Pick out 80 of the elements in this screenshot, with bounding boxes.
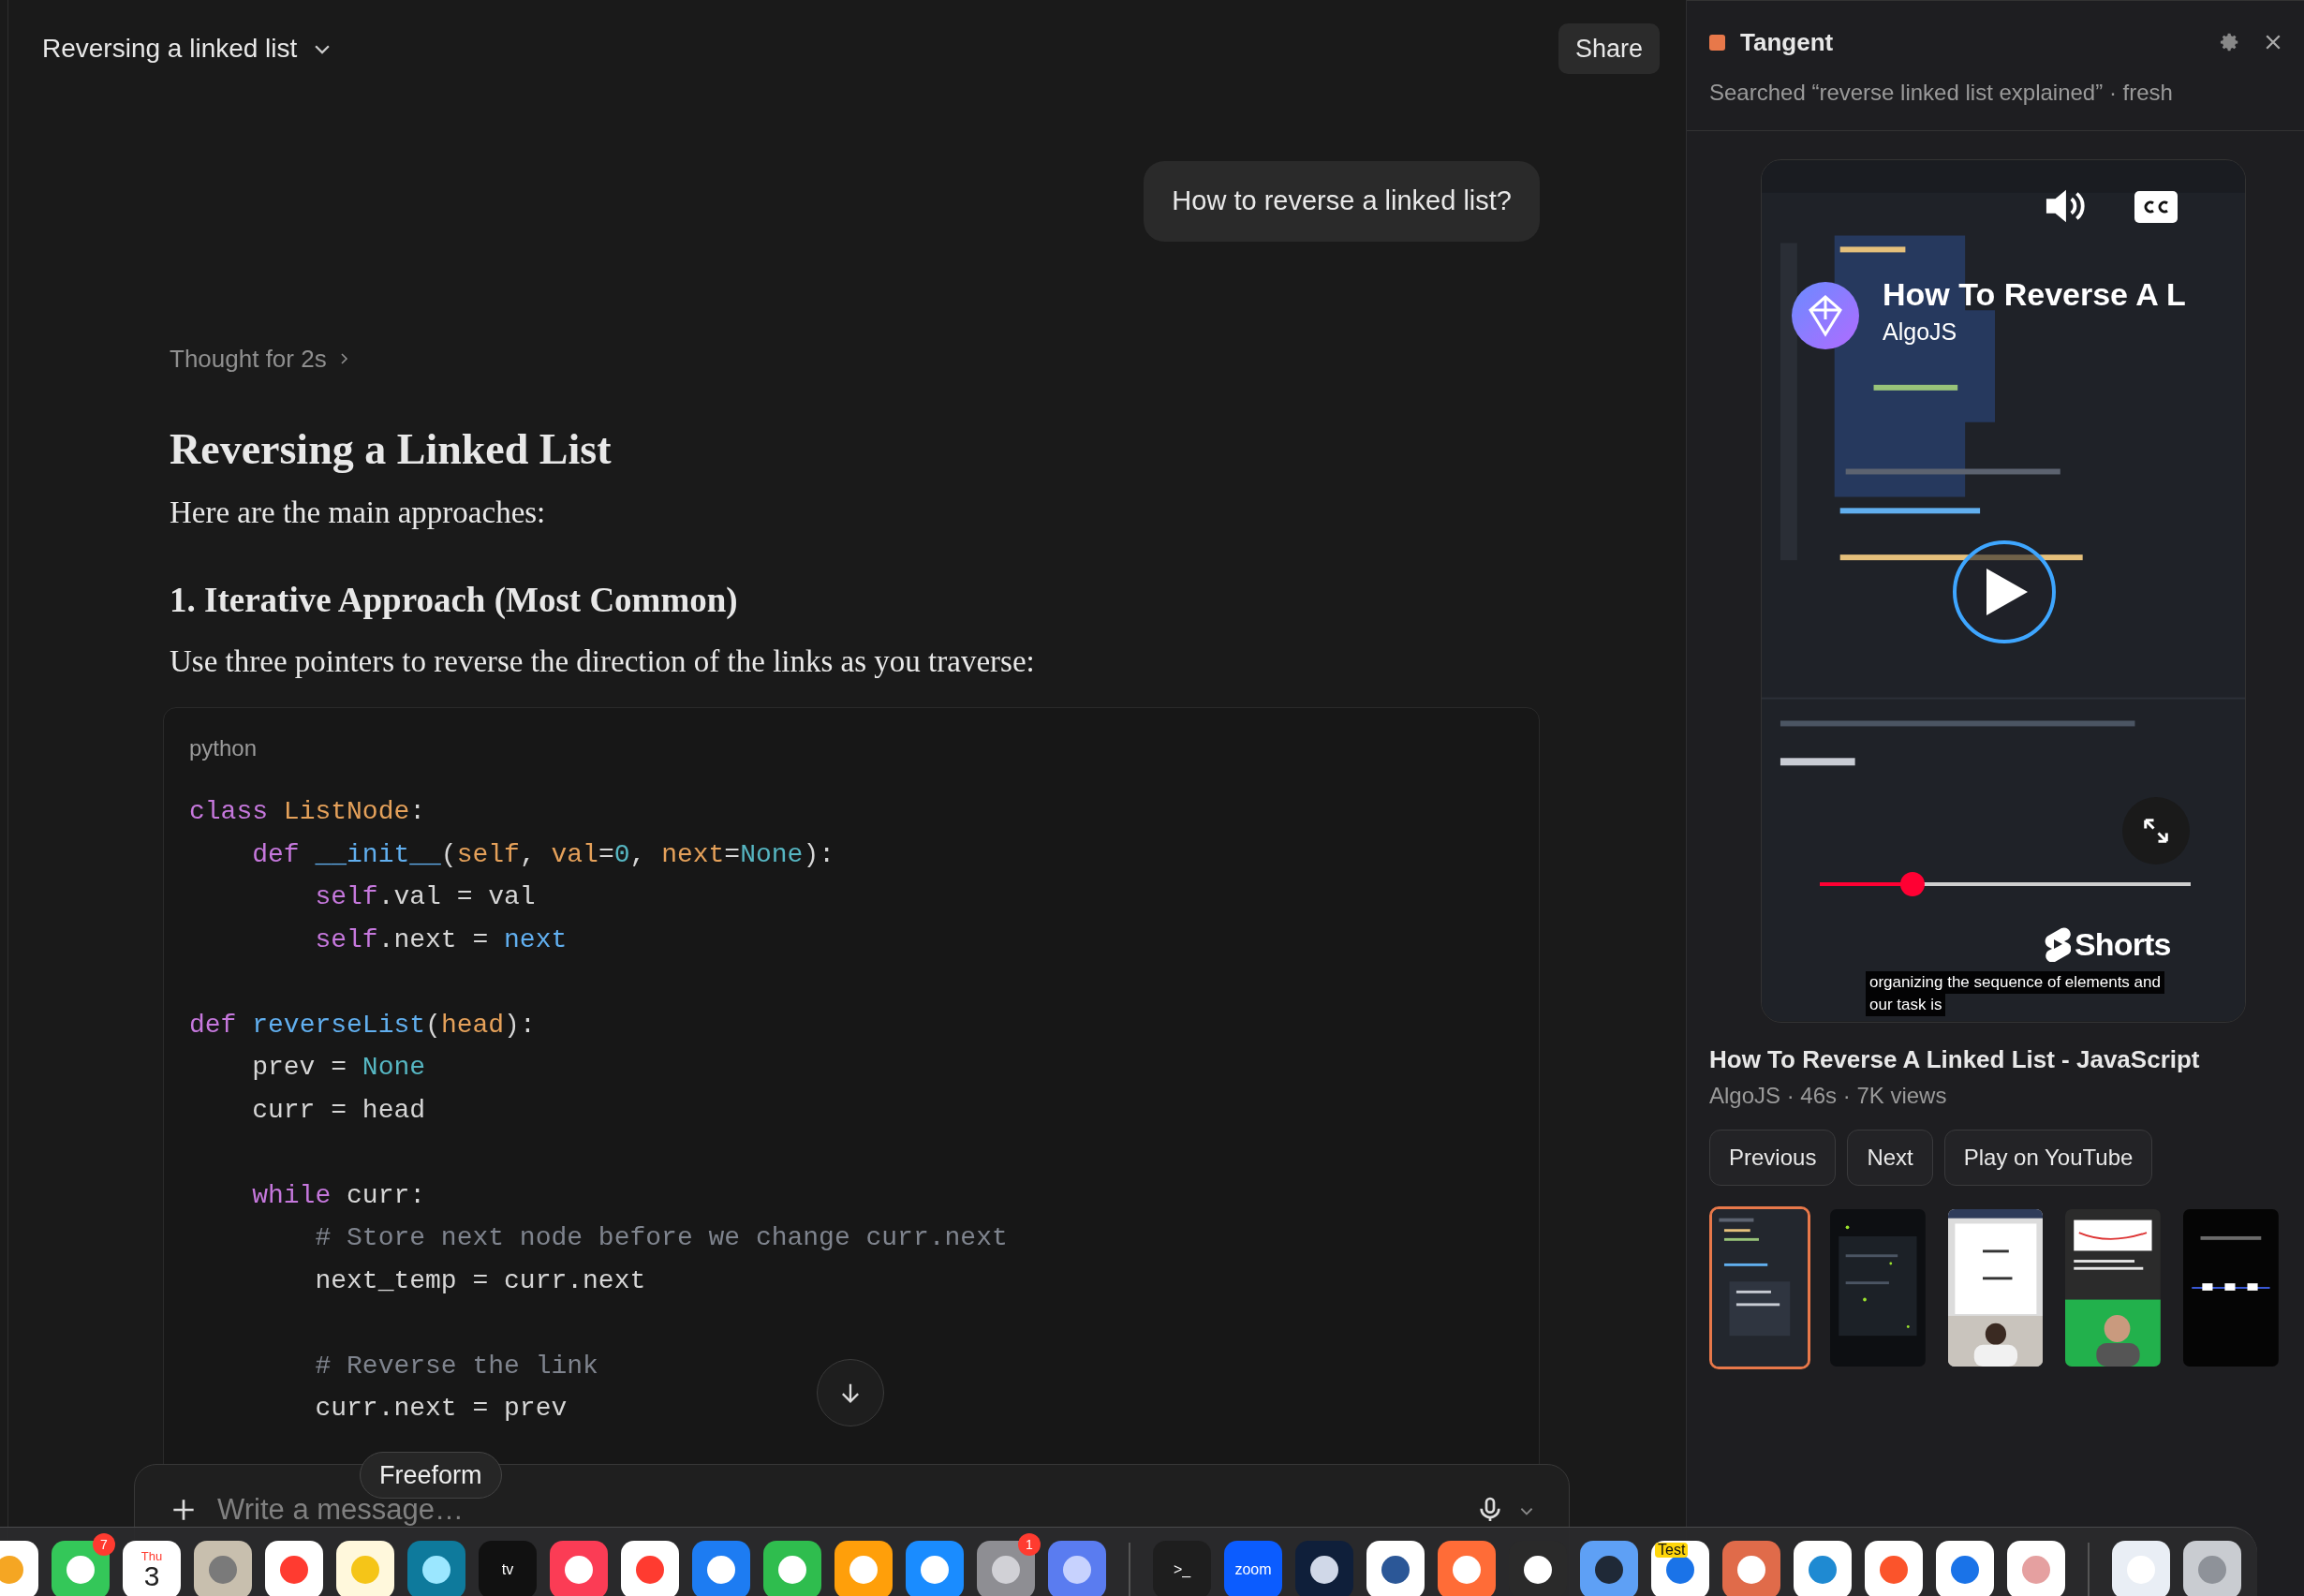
panel-title: Tangent — [1740, 26, 1834, 58]
video-meta: AlgoJS · 46s · 7K views — [1709, 1082, 1948, 1110]
browser-app-icon[interactable] — [1936, 1541, 1994, 1596]
calendar-app-icon[interactable]: Thu 3 — [123, 1541, 181, 1596]
notification-badge: 1 — [1018, 1533, 1041, 1556]
search-status: Searched “reverse linked list explained” · fresh — [1709, 79, 2174, 107]
thought-toggle[interactable]: Thought for 2s — [170, 340, 327, 377]
compass-app-icon[interactable] — [1295, 1541, 1353, 1596]
pages-app-icon[interactable] — [834, 1541, 893, 1596]
app-label: tv — [501, 1562, 514, 1577]
status-square-icon — [1709, 34, 1725, 51]
shorts-label: Shorts — [2075, 928, 2171, 960]
channel-name: AlgoJS — [1883, 318, 1957, 347]
share-button[interactable]: Share — [1558, 23, 1660, 74]
code-line: curr.next = prev — [314, 1393, 568, 1425]
code-line: prev = None — [251, 1052, 426, 1084]
code-language: python — [189, 734, 258, 762]
code-line: self.val = val — [314, 881, 536, 913]
shorts-logo-icon — [2043, 926, 2071, 962]
settings-icon[interactable] — [2220, 32, 2240, 52]
app-label: zoom — [1234, 1562, 1272, 1577]
reminders-app-icon[interactable] — [265, 1541, 323, 1596]
code-line: def reverseList(head): — [189, 1009, 536, 1042]
code-line: curr = head — [251, 1094, 426, 1127]
app-store-app-icon[interactable] — [906, 1541, 964, 1596]
settings-app-icon[interactable] — [977, 1541, 1035, 1596]
code-app-icon[interactable] — [1794, 1541, 1852, 1596]
captions-icon[interactable] — [2134, 191, 2178, 223]
code-line: # Store next node before we change curr.next — [314, 1222, 1008, 1254]
rocket-app-icon[interactable] — [1438, 1541, 1496, 1596]
zoom-app-icon[interactable]: zoom — [1224, 1541, 1282, 1596]
document-app-icon[interactable] — [2112, 1541, 2170, 1596]
video-call-app-icon[interactable] — [52, 1541, 110, 1596]
keynote-app-icon[interactable] — [692, 1541, 750, 1596]
news-app-icon[interactable] — [621, 1541, 679, 1596]
paper-app-icon[interactable] — [2007, 1541, 2065, 1596]
app-label: Test — [1655, 1543, 1689, 1558]
browser-app-icon[interactable]: Test — [1651, 1541, 1709, 1596]
code-line: next_temp = curr.next — [314, 1264, 646, 1297]
video-caption: our task is — [1866, 994, 1946, 1016]
calendar-date: 3 — [143, 1561, 160, 1590]
video-overlay-title: How To Reverse A L — [1883, 275, 2186, 314]
notification-badge: 7 — [93, 1533, 115, 1556]
answer-heading: Reversing a Linked List — [169, 424, 613, 475]
code-line: self.next = next — [314, 924, 568, 956]
phone-app-icon[interactable] — [1048, 1541, 1106, 1596]
music-app-icon[interactable] — [550, 1541, 608, 1596]
conversation-title[interactable]: Reversing a linked list — [42, 29, 298, 68]
trash-app-icon[interactable] — [2183, 1541, 2241, 1596]
video-title: How To Reverse A Linked List - JavaScript — [1709, 1044, 2201, 1075]
burst-app-icon[interactable] — [1722, 1541, 1780, 1596]
close-icon[interactable] — [2265, 34, 2282, 51]
lion-app-icon[interactable] — [1865, 1541, 1923, 1596]
terminal-app-icon[interactable]: >_ — [1153, 1541, 1211, 1596]
video-player[interactable]: How To Reverse A L AlgoJS Shorts organizing the sequence of elements and our task is — [1761, 159, 2246, 1023]
contacts-app-icon[interactable] — [194, 1541, 252, 1596]
section-text: Use three pointers to reverse the direction of the links as you traverse: — [169, 643, 1036, 680]
video-nav-button[interactable]: Previous — [1709, 1130, 1837, 1186]
answer-intro: Here are the main approaches: — [169, 495, 547, 531]
section-heading: 1. Iterative Approach (Most Common) — [169, 580, 739, 621]
notes-app-icon[interactable] — [336, 1541, 394, 1596]
expand-icon — [2142, 817, 2170, 845]
video-caption: organizing the sequence of elements and — [1866, 971, 2164, 994]
word-app-icon[interactable] — [1366, 1541, 1425, 1596]
calendar-day: Thu — [140, 1549, 163, 1562]
user-message: How to reverse a linked list? — [1144, 161, 1540, 242]
magnifier-app-icon[interactable] — [1580, 1541, 1638, 1596]
code-line: while curr: — [251, 1179, 426, 1212]
tv-app-icon[interactable]: tv — [479, 1541, 537, 1596]
play-icon — [1986, 569, 2028, 615]
code-line: # Reverse the link — [314, 1350, 598, 1382]
freeform-app-icon[interactable] — [407, 1541, 465, 1596]
numbers-app-icon[interactable] — [763, 1541, 821, 1596]
code-line: def __init__(self, val=0, next=None): — [251, 838, 834, 871]
channel-avatar-icon — [1792, 282, 1859, 349]
code-line: class ListNode: — [189, 796, 426, 828]
app-label: >_ — [1173, 1562, 1191, 1577]
video-nav-button[interactable]: Next — [1847, 1130, 1933, 1186]
tooltip: Freeform — [360, 1452, 502, 1499]
video-nav-button[interactable]: Play on YouTube — [1943, 1130, 2153, 1186]
